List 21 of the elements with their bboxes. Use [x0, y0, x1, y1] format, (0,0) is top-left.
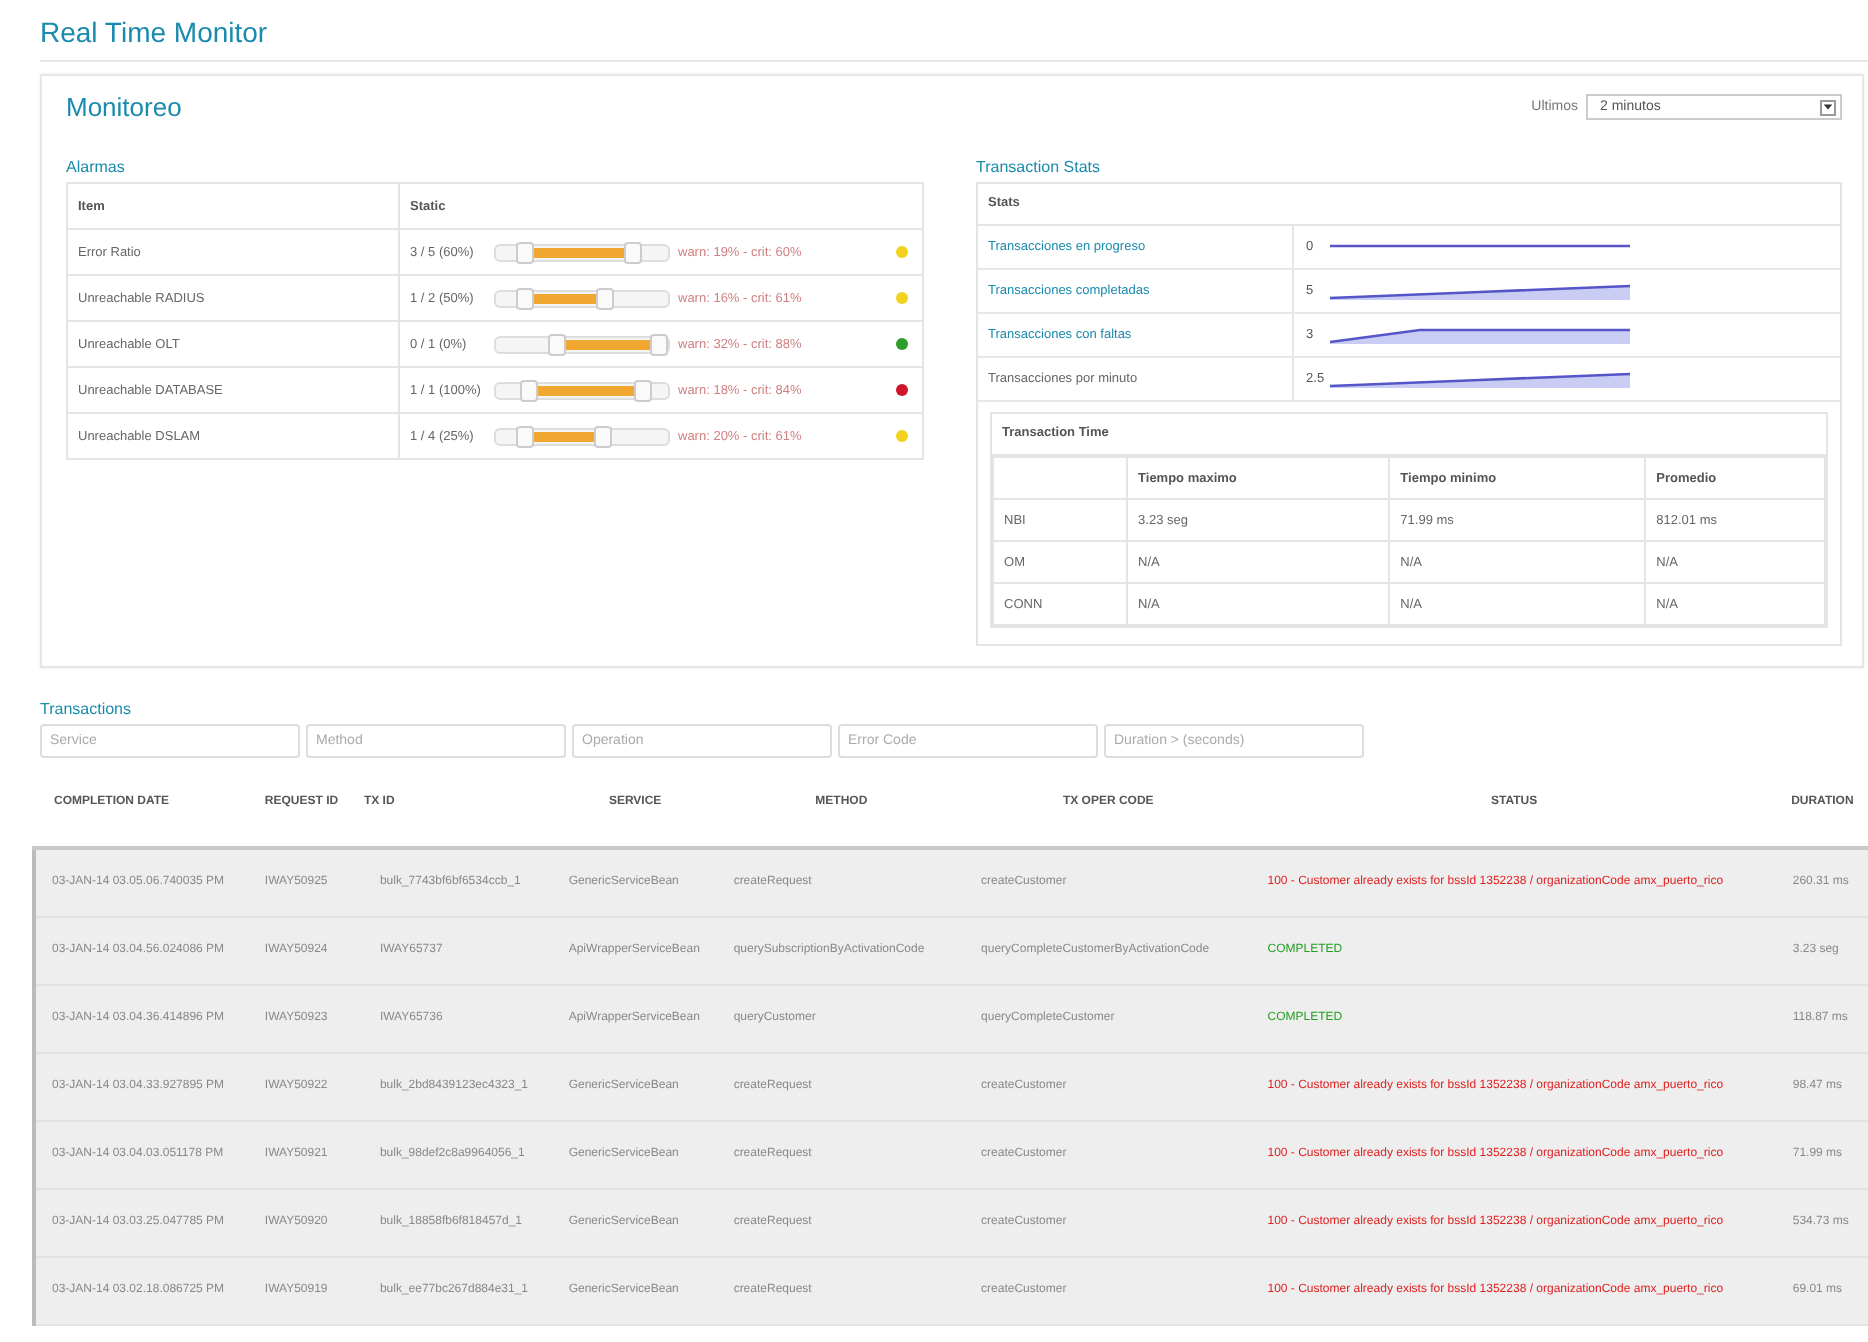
slider-handle[interactable]: [515, 241, 534, 263]
slider-handle[interactable]: [594, 425, 613, 447]
page-title: Real Time Monitor: [40, 16, 1868, 62]
section-title: Transactions: [40, 700, 133, 718]
range-slider-track[interactable]: [494, 289, 670, 307]
slider-handle[interactable]: [623, 241, 642, 263]
slider-handle[interactable]: [596, 287, 615, 309]
panel-title: Monitoreo: [66, 92, 182, 122]
range-slider-track[interactable]: [494, 427, 670, 445]
range-slider-track[interactable]: [494, 243, 670, 261]
slider-handle[interactable]: [515, 287, 534, 309]
range-slider-track[interactable]: [494, 335, 670, 353]
slider-handle[interactable]: [547, 333, 566, 355]
slider-handle[interactable]: [520, 379, 539, 401]
slider-handle[interactable]: [516, 425, 535, 447]
slider-handle[interactable]: [633, 379, 652, 401]
section-title: Transaction Stats: [976, 158, 1102, 176]
range-slider-track[interactable]: [494, 381, 670, 399]
section-title: Alarmas: [66, 158, 127, 176]
slider-handle[interactable]: [649, 333, 668, 355]
dropdown-arrow-icon: [1820, 99, 1836, 115]
